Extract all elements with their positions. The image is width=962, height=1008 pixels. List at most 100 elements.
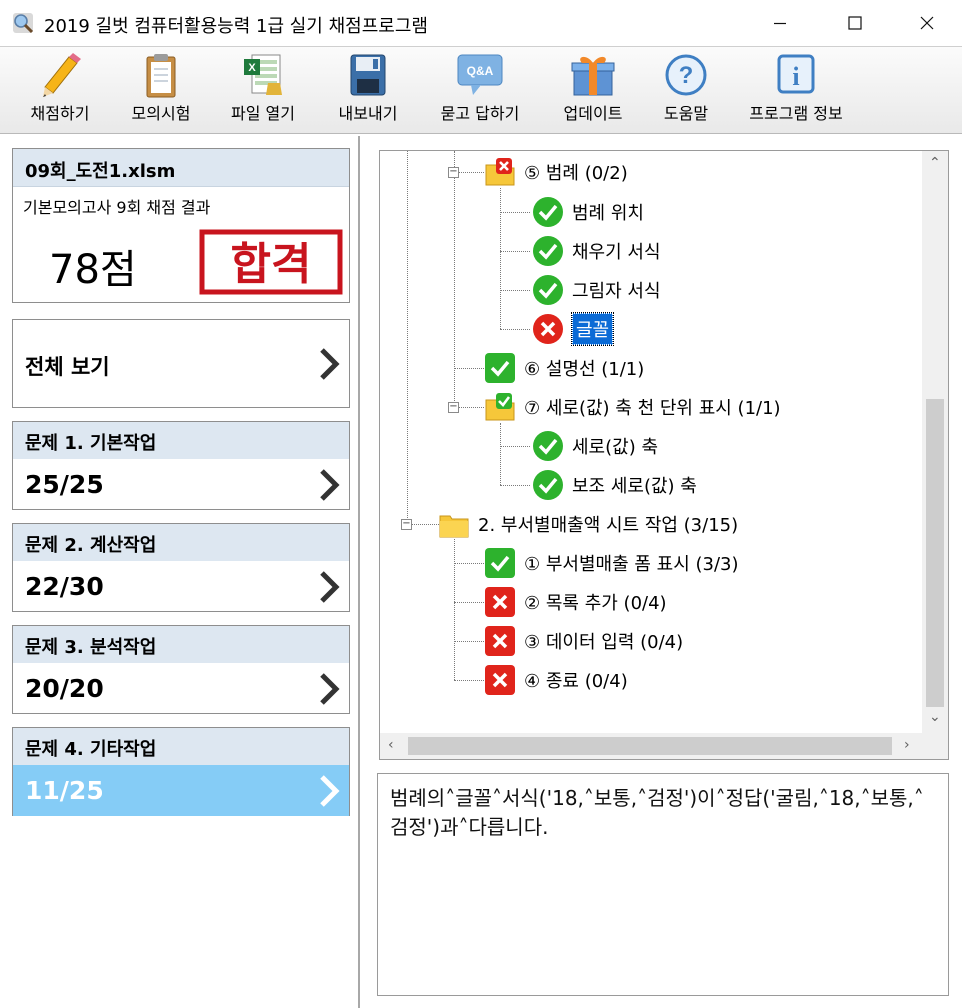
- total-score: 78점: [49, 247, 137, 293]
- tree-item-label: ⑦ 세로(값) 축 천 단위 표시 (1/1): [524, 398, 781, 419]
- section-title: 문제 3. 분석작업: [13, 626, 349, 663]
- grade-button[interactable]: 채점하기: [20, 51, 100, 131]
- tree-item[interactable]: 그림자 서식: [532, 273, 661, 307]
- folder-icon: [439, 515, 469, 538]
- tree-item[interactable]: 2. 부서별매출액 시트 작업 (3/15): [438, 507, 738, 541]
- tree-item-selected[interactable]: 글꼴: [532, 312, 615, 346]
- update-button[interactable]: 업데이트: [553, 51, 633, 131]
- toolbar-label: 모의시험: [131, 104, 191, 123]
- close-icon: [920, 16, 934, 30]
- check-circle-icon: [533, 275, 563, 305]
- section-4-button[interactable]: 문제 4. 기타작업 11/25: [12, 727, 350, 816]
- toolbar: 채점하기 모의시험 X 파일 열기 내보내기 Q&A 묻고 답하기 업데이트 ?…: [0, 46, 962, 134]
- toolbar-label: 내보내기: [338, 104, 398, 123]
- x-circle-icon: [533, 314, 563, 344]
- check-square-icon: [485, 548, 515, 578]
- section-score: 22/30: [25, 572, 104, 601]
- grading-tree[interactable]: − − − ⑤ 범례 (0/2) 범례 위치 채우기 서식 그림자 서식 글꼴 …: [379, 150, 949, 760]
- file-name: 09회_도전1.xlsm: [13, 149, 349, 187]
- horizontal-scrollbar[interactable]: ‹ ›: [380, 733, 922, 759]
- chevron-right-icon: [320, 673, 340, 705]
- results-panel: 09회_도전1.xlsm 기본모의고사 9회 채점 결과 78점 합격 전체 보…: [0, 136, 360, 1008]
- tree-item-label: 범례 위치: [572, 203, 644, 224]
- program-info-button[interactable]: i 프로그램 정보: [736, 51, 856, 131]
- tree-item-label: 세로(값) 축: [572, 437, 659, 458]
- svg-text:?: ?: [679, 62, 694, 89]
- section-score: 11/25: [25, 776, 104, 805]
- export-button[interactable]: 내보내기: [328, 51, 408, 131]
- section-3-button[interactable]: 문제 3. 분석작업 20/20: [12, 625, 350, 714]
- check-circle-icon: [533, 470, 563, 500]
- tree-line: [500, 446, 530, 447]
- clipboard-icon: [146, 54, 176, 98]
- tree-item[interactable]: 채우기 서식: [532, 234, 661, 268]
- scroll-right-icon[interactable]: ›: [904, 737, 910, 753]
- tree-item[interactable]: 보조 세로(값) 축: [532, 468, 697, 502]
- scrollbar-thumb[interactable]: [926, 399, 944, 707]
- tree-line: [454, 539, 455, 680]
- chevron-right-icon: [320, 469, 340, 501]
- tree-item[interactable]: ⑥ 설명선 (1/1): [484, 351, 644, 385]
- toolbar-label: 프로그램 정보: [749, 104, 843, 123]
- scrollbar-corner: [922, 733, 948, 759]
- tree-line: [500, 212, 530, 213]
- tree-item[interactable]: 범례 위치: [532, 195, 644, 229]
- toolbar-label: 채점하기: [30, 104, 90, 123]
- tree-item[interactable]: ③ 데이터 입력 (0/4): [484, 624, 683, 658]
- qa-bubble-icon: Q&A: [457, 54, 503, 95]
- chevron-right-icon: [320, 348, 340, 380]
- maximize-button[interactable]: [820, 0, 890, 46]
- tree-item-label: 보조 세로(값) 축: [572, 476, 697, 497]
- section-2-button[interactable]: 문제 2. 계산작업 22/30: [12, 523, 350, 612]
- tree-item-label: ④ 종료 (0/4): [524, 671, 628, 692]
- section-1-button[interactable]: 문제 1. 기본작업 25/25: [12, 421, 350, 510]
- check-circle-icon: [533, 197, 563, 227]
- tree-item[interactable]: ⑦ 세로(값) 축 천 단위 표시 (1/1): [484, 390, 781, 424]
- tree-line: [500, 485, 530, 486]
- folder-fail-icon: [485, 158, 515, 186]
- vertical-scrollbar[interactable]: ⌃ ⌄: [922, 151, 948, 733]
- tree-line: [454, 641, 484, 642]
- view-all-label: 전체 보기: [25, 355, 110, 379]
- minimize-button[interactable]: [745, 0, 815, 46]
- help-button[interactable]: ? 도움말: [654, 51, 718, 131]
- scroll-down-icon[interactable]: ⌄: [929, 709, 941, 725]
- scrollbar-thumb[interactable]: [408, 737, 892, 755]
- mock-exam-button[interactable]: 모의시험: [121, 51, 201, 131]
- title-bar: 2019 길벗 컴퓨터활용능력 1급 실기 채점프로그램: [0, 0, 962, 46]
- collapse-toggle[interactable]: −: [448, 167, 459, 178]
- qa-icon-text: Q&A: [467, 64, 494, 78]
- section-title: 문제 2. 계산작업: [13, 524, 349, 561]
- excel-file-icon: X: [244, 54, 282, 95]
- tree-item-label: ① 부서별매출 폼 표시 (3/3): [524, 554, 739, 575]
- tree-line: [454, 680, 484, 681]
- tree-item[interactable]: ⑤ 범례 (0/2): [484, 155, 628, 189]
- tree-line: [500, 251, 530, 252]
- tree-item[interactable]: ① 부서별매출 폼 표시 (3/3): [484, 546, 739, 580]
- svg-text:X: X: [248, 62, 256, 74]
- help-icon: ?: [665, 54, 707, 96]
- view-all-button[interactable]: 전체 보기: [12, 319, 350, 408]
- tree-item[interactable]: 세로(값) 축: [532, 429, 658, 463]
- grading-detail-text[interactable]: 범례의˄글꼴˄서식('18,˄보통,˄검정')이˄정답('굴림,˄18,˄보통,…: [377, 773, 949, 996]
- section-score: 25/25: [25, 470, 104, 499]
- tree-item-label: ⑥ 설명선 (1/1): [524, 359, 645, 380]
- scroll-left-icon[interactable]: ‹: [388, 737, 394, 753]
- tree-line: [500, 290, 530, 291]
- open-file-button[interactable]: X 파일 열기: [220, 51, 306, 131]
- x-square-icon: [485, 665, 515, 695]
- tree-item-label: 채우기 서식: [572, 242, 661, 263]
- scroll-up-icon[interactable]: ⌃: [929, 155, 941, 171]
- qa-button[interactable]: Q&A 묻고 답하기: [428, 51, 532, 131]
- tree-item-label: 그림자 서식: [572, 281, 661, 302]
- tree-item-label: ⑤ 범례 (0/2): [524, 163, 628, 184]
- collapse-toggle[interactable]: −: [448, 402, 459, 413]
- collapse-toggle[interactable]: −: [401, 519, 412, 530]
- tree-item[interactable]: ④ 종료 (0/4): [484, 663, 628, 697]
- tree-item-label: 글꼴: [570, 312, 615, 346]
- tree-line: [500, 329, 530, 330]
- close-button[interactable]: [892, 0, 962, 46]
- tree-item[interactable]: ② 목록 추가 (0/4): [484, 585, 667, 619]
- x-square-icon: [485, 587, 515, 617]
- toolbar-label: 묻고 답하기: [440, 104, 520, 123]
